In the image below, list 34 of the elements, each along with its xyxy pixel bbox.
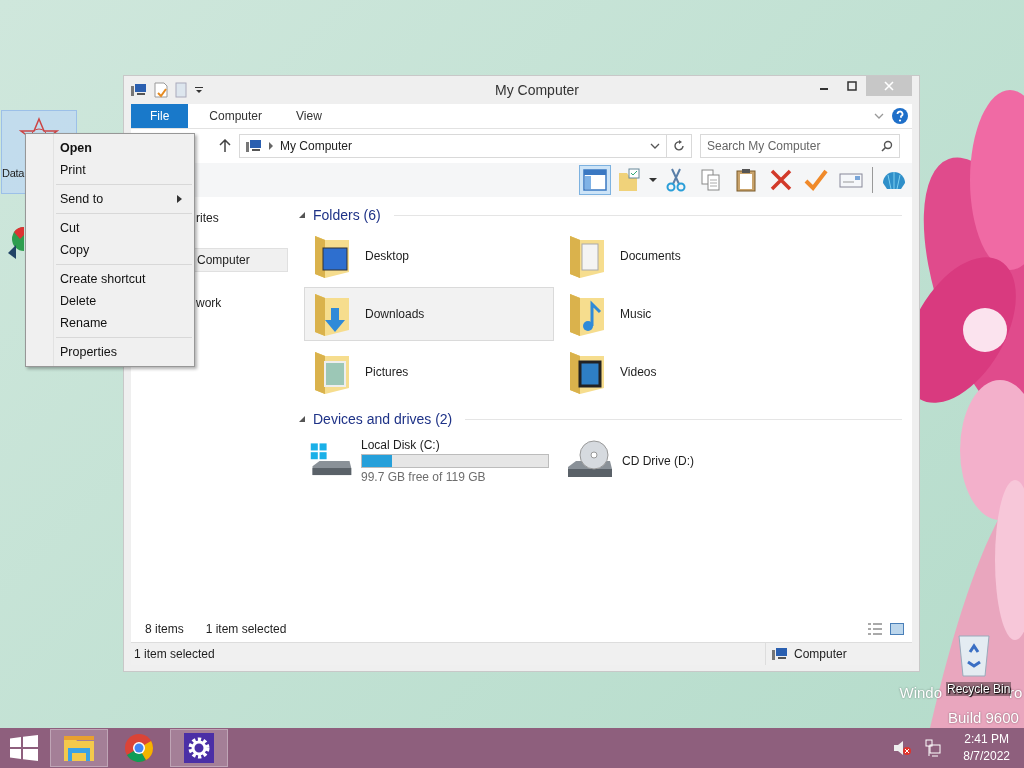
window-title: My Computer [494,82,580,98]
item-count: 8 items [145,622,184,636]
icon-label: Data [2,167,25,179]
clock[interactable]: 2:41 PM 8/7/2022 [949,731,1024,765]
group-header[interactable]: Folders (6) [313,207,381,223]
ribbon-tab[interactable]: View [283,104,335,128]
menu-item[interactable]: Print [28,159,192,181]
drive-tile[interactable]: Local Disk (C:) 99.7 GB free of 119 GB [304,433,554,489]
menu-item[interactable]: Cut [28,217,192,239]
ribbon-tab[interactable]: Computer [196,104,276,128]
ribbon-tab[interactable]: File [131,104,189,128]
recycle-bin-label: Recycle Bin [946,682,1012,696]
watermark-text: Build 9600 [948,709,1019,726]
search-field[interactable]: Search My Computer [700,134,900,158]
folder-tile[interactable]: Downloads [304,287,554,341]
free-space-text: 99.7 GB free of 119 GB [361,470,487,484]
folder-tile[interactable]: Documents [559,229,809,283]
drive-tile[interactable]: CD Drive (D:) [559,433,809,489]
menu-item[interactable]: Delete [28,290,192,312]
menu-item[interactable]: Send to [28,188,192,210]
address-bar[interactable]: My Computer [239,134,692,158]
menu-item[interactable]: Properties [28,341,192,363]
folder-tile[interactable]: Videos [559,345,809,399]
group-header[interactable]: Devices and drives (2) [313,411,453,427]
folder-tile[interactable]: Pictures [304,345,554,399]
watermark-text: Windo [899,684,942,701]
folder-tile[interactable]: Desktop [304,229,554,283]
status-text: 1 item selected [133,647,216,661]
menu-item[interactable]: Open [28,137,192,159]
selection-count: 1 item selected [205,622,287,636]
status-location: Computer [794,647,847,661]
watermark-text: ro [1009,684,1023,701]
menu-item[interactable]: Rename [28,312,192,334]
folder-tile[interactable]: Music [559,287,809,341]
